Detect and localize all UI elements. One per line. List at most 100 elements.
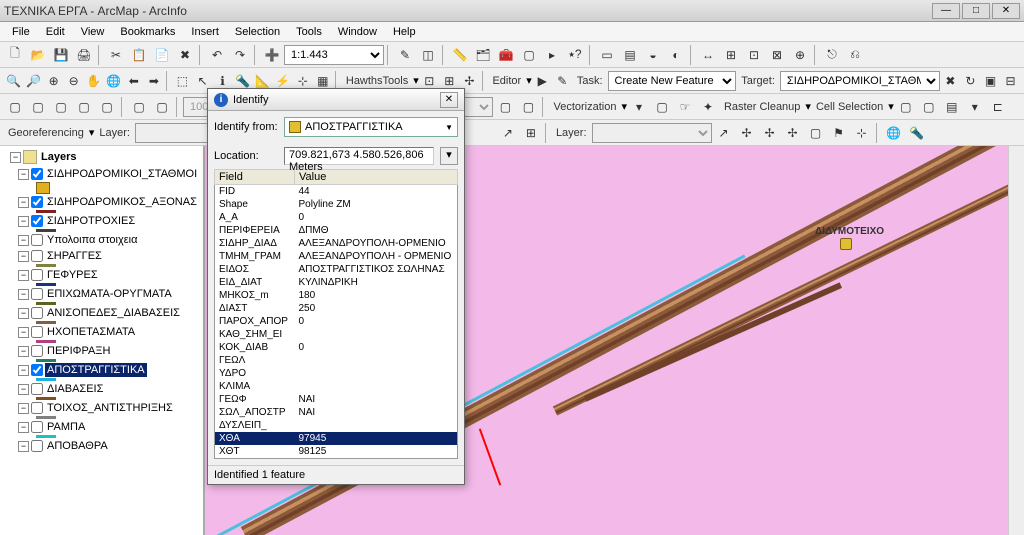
station-marker-icon[interactable] — [840, 238, 852, 250]
layer-label[interactable]: ΠΕΡΙΦΡΑΞΗ — [45, 344, 112, 358]
toolbox-icon[interactable]: 🧰 — [495, 44, 517, 66]
save-icon[interactable]: 💾 — [50, 44, 72, 66]
delete-icon[interactable]: ✖ — [174, 44, 196, 66]
layer-label[interactable]: Υπολοιπα στοιχεια — [45, 233, 139, 247]
task-select[interactable]: Create New Feature — [608, 71, 737, 91]
topo-a-icon[interactable]: ↔ — [697, 44, 719, 66]
layer-label[interactable]: ΣΙΔΗΡΟΤΡΟΧΙΕΣ — [45, 214, 137, 228]
menu-help[interactable]: Help — [385, 24, 424, 40]
split-icon[interactable]: ▣ — [981, 70, 1000, 92]
layer-label[interactable]: ΣΗΡΑΓΓΕΣ — [45, 249, 104, 263]
n-c-icon[interactable]: ✢ — [759, 122, 781, 144]
rc-arrow-icon[interactable]: ▾ — [805, 100, 811, 113]
layer-label[interactable]: ΕΠΙΧΩΜΑΤΑ-ΟΡΥΓΜΑΤΑ — [45, 287, 174, 301]
v-a-icon[interactable]: ▾ — [628, 96, 650, 118]
layer-checkbox[interactable] — [31, 307, 43, 319]
menu-window[interactable]: Window — [330, 24, 385, 40]
identify-table[interactable]: Field Value FID44ShapePolyline ZMA_A0ΠΕΡ… — [214, 169, 458, 459]
layer-label[interactable]: ΔΙΑΒΑΣΕΙΣ — [45, 382, 105, 396]
layer-checkbox[interactable] — [31, 215, 43, 227]
identify-row[interactable]: ΕΙΔ_ΔΙΑΤΚΥΛΙΝΔΡΙΚΗ — [215, 276, 458, 289]
expand-icon[interactable]: − — [18, 197, 29, 208]
expand-icon[interactable]: − — [18, 327, 29, 338]
ed-c-icon[interactable]: ◒ — [642, 44, 664, 66]
expand-icon[interactable]: − — [10, 152, 21, 163]
cs-b-icon[interactable]: ▢ — [918, 96, 940, 118]
copy-icon[interactable]: 📋 — [128, 44, 150, 66]
globe-icon[interactable]: 🌐 — [883, 122, 905, 144]
identify-row[interactable]: ΠΕΡΙΦΕΡΕΙΑΔΠΜΘ — [215, 224, 458, 237]
topo-d-icon[interactable]: ⊠ — [766, 44, 788, 66]
dropdown-arrow-icon[interactable]: ▼ — [445, 123, 453, 132]
layer-checkbox[interactable] — [31, 326, 43, 338]
layer-checkbox[interactable] — [31, 440, 43, 452]
toc-item[interactable]: − ΠΕΡΙΦΡΑΞΗ — [2, 343, 201, 359]
layer-checkbox[interactable] — [31, 345, 43, 357]
maximize-button[interactable]: □ — [962, 3, 990, 19]
toc-item[interactable]: −ΑΝΙΣΟΠΕΔΕΣ_ΔΙΑΒΑΣΕΙΣ — [2, 305, 201, 321]
menu-insert[interactable]: Insert — [183, 24, 227, 40]
layer-label[interactable]: ΣΙΔΗΡΟΔΡΟΜΙΚΟΣ_ΑΞΟΝΑΣ — [45, 195, 199, 209]
topo-e-icon[interactable]: ⊕ — [789, 44, 811, 66]
expand-icon[interactable]: − — [18, 169, 29, 180]
paste-icon[interactable]: 📄 — [151, 44, 173, 66]
identify-row[interactable]: ΚΑΘ_ΣΗΜ_ΕΙ — [215, 328, 458, 341]
n-g-icon[interactable]: ⊹ — [851, 122, 873, 144]
attr-icon[interactable]: ✖ — [941, 70, 960, 92]
catalog-icon[interactable]: 🗂 — [472, 44, 494, 66]
toc-item[interactable]: −ΑΠΟΣΤΡΑΓΓΙΣΤΙΚΑ — [2, 362, 201, 378]
toc-item[interactable]: − ΣΙΔΗΡΟΔΡΟΜΙΚΟΣ_ΑΞΟΝΑΣ — [2, 194, 201, 210]
layer-checkbox[interactable] — [31, 288, 43, 300]
toc-item[interactable]: −ΔΙΑΒΑΣΕΙΣ — [2, 381, 201, 397]
raster-cleanup-menu[interactable]: Raster Cleanup — [720, 101, 804, 113]
g-a-icon[interactable]: ↗ — [497, 122, 519, 144]
identify-row[interactable]: XΘΤ98125 — [215, 445, 458, 459]
layer-checkbox[interactable] — [31, 402, 43, 414]
n-d-icon[interactable]: ✢ — [782, 122, 804, 144]
layer-label[interactable]: ΗΧΟΠΕΤΑΣΜΑΤΑ — [45, 325, 137, 339]
open-icon[interactable]: 📂 — [27, 44, 49, 66]
layer-checkbox[interactable] — [31, 421, 43, 433]
identify-row[interactable]: ΥΔΡΟ — [215, 367, 458, 380]
identify-row[interactable]: ΓΕΩΛ — [215, 354, 458, 367]
editor-menu[interactable]: Editor — [488, 75, 525, 87]
layer-label[interactable]: ΣΙΔΗΡΟΔΡΟΜΙΚΟΙ_ΣΤΑΘΜΟΙ — [45, 167, 199, 181]
new-doc-icon[interactable]: 🗋 — [4, 44, 26, 66]
expand-icon[interactable]: − — [18, 346, 29, 357]
toc-item[interactable]: −ΤΟΙΧΟΣ_ΑΝΤΙΣΤΗΡΙΞΗΣ — [2, 400, 201, 416]
vectorization-menu[interactable]: Vectorization — [549, 101, 620, 113]
n-a-icon[interactable]: ↗ — [713, 122, 735, 144]
toc-item[interactable]: − ΣΗΡΑΓΓΕΣ — [2, 248, 201, 264]
py-icon[interactable]: ▸ — [541, 44, 563, 66]
map-scrollbar-v[interactable] — [1008, 146, 1024, 535]
cs-c-icon[interactable]: ▤ — [941, 96, 963, 118]
georef-arrow-icon[interactable]: ▾ — [89, 126, 95, 139]
cs-a-icon[interactable]: ▢ — [895, 96, 917, 118]
select-icon[interactable]: ⬚ — [173, 70, 192, 92]
zoomin-icon[interactable]: 🔍 — [4, 70, 23, 92]
cs-d-icon[interactable]: ▾ — [964, 96, 986, 118]
hawths-arrow-icon[interactable]: ▾ — [413, 74, 419, 87]
menu-tools[interactable]: Tools — [288, 24, 330, 40]
menu-file[interactable]: File — [4, 24, 38, 40]
identify-row[interactable]: ΚΛΙΜΑ — [215, 380, 458, 393]
expand-icon[interactable]: − — [18, 251, 29, 262]
table-of-contents[interactable]: − Layers −ΣΙΔΗΡΟΔΡΟΜΙΚΟΙ_ΣΤΑΘΜΟΙ−ΣΙΔΗΡΟΔ… — [0, 146, 205, 535]
r-b-icon[interactable]: ▢ — [517, 96, 539, 118]
cmd-icon[interactable]: ▢ — [518, 44, 540, 66]
toc-item[interactable]: −ΑΠΟΒΑΘΡΑ — [2, 438, 201, 454]
nextext-icon[interactable]: ➡ — [144, 70, 163, 92]
minimize-button[interactable]: — — [932, 3, 960, 19]
expand-icon[interactable]: − — [18, 270, 29, 281]
identify-row[interactable]: A_A0 — [215, 211, 458, 224]
tr-e-icon[interactable]: ▢ — [96, 96, 118, 118]
g-b-icon[interactable]: ⊞ — [520, 122, 542, 144]
layer-checkbox[interactable] — [31, 250, 43, 262]
v-b-icon[interactable]: ▢ — [651, 96, 673, 118]
v-c-icon[interactable]: ☞ — [674, 96, 696, 118]
sketch-icon[interactable]: ✎ — [553, 70, 572, 92]
location-options-button[interactable]: ▾ — [440, 147, 458, 165]
net-b-icon[interactable]: ⎌ — [844, 44, 866, 66]
menu-view[interactable]: View — [73, 24, 113, 40]
toc-item[interactable]: − ΣΙΔΗΡΟΔΡΟΜΙΚΟΙ_ΣΤΑΘΜΟΙ — [2, 166, 201, 182]
